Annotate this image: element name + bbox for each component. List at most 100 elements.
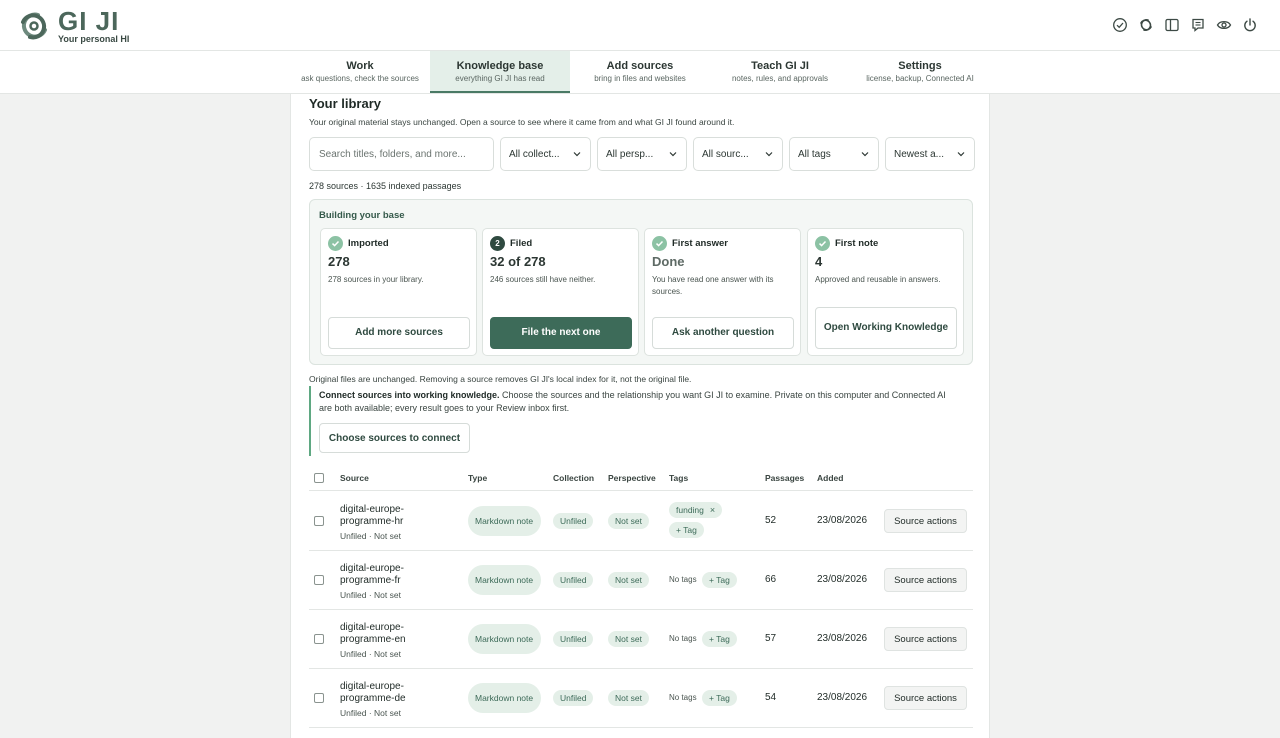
- perspective-filter[interactable]: All persp...: [597, 137, 687, 171]
- tab-knowledge-base[interactable]: Knowledge base everything GI JI has read: [430, 51, 570, 93]
- check-icon: [815, 236, 830, 251]
- perspective-badge[interactable]: Not set: [608, 572, 649, 588]
- card-value: 278: [328, 254, 350, 269]
- col-type[interactable]: Type: [468, 473, 487, 483]
- tab-sublabel: ask questions, check the sources: [301, 74, 419, 83]
- source-actions-button[interactable]: Source actions: [884, 509, 967, 533]
- card-heading: First answer: [672, 238, 728, 249]
- remove-tag-icon[interactable]: ×: [710, 505, 715, 515]
- source-name[interactable]: digital-europe-programme-en: [340, 622, 450, 646]
- tags-filter[interactable]: All tags: [789, 137, 879, 171]
- filter-value: All collect...: [509, 148, 560, 160]
- collection-filter[interactable]: All collect...: [500, 137, 591, 171]
- tag-chip[interactable]: funding ×: [669, 502, 723, 518]
- tab-work[interactable]: Work ask questions, check the sources: [290, 51, 430, 93]
- tab-add-sources[interactable]: Add sources bring in files and websites: [570, 51, 710, 93]
- card-description: You have read one answer with its source…: [652, 275, 774, 296]
- table-row[interactable]: digital-europe-programme-en Unfiled · No…: [309, 610, 973, 669]
- tab-sublabel: everything GI JI has read: [455, 74, 545, 83]
- tab-label: Settings: [898, 60, 942, 72]
- perspective-badge[interactable]: Not set: [608, 513, 649, 529]
- no-tags-label: No tags: [669, 693, 697, 702]
- filter-value: All tags: [798, 148, 831, 160]
- ask-another-question-button[interactable]: Ask another question: [652, 317, 794, 349]
- tab-settings[interactable]: Settings license, backup, Connected AI: [850, 51, 990, 93]
- row-checkbox[interactable]: [314, 516, 324, 526]
- row-checkbox[interactable]: [314, 693, 324, 703]
- col-passages[interactable]: Passages: [765, 473, 804, 483]
- add-tag-button[interactable]: + Tag: [702, 631, 737, 647]
- source-name[interactable]: digital-europe-programme-hr: [340, 504, 450, 528]
- check-circle-icon[interactable]: [1112, 17, 1128, 33]
- added-date: 23/08/2026: [817, 574, 868, 585]
- source-count: 278 sources · 1635 indexed passages: [309, 181, 462, 191]
- col-added[interactable]: Added: [817, 473, 843, 483]
- card-description: 246 sources still have neither.: [490, 275, 596, 284]
- collection-badge[interactable]: Unfiled: [553, 572, 594, 588]
- card-heading: Filed: [510, 238, 533, 249]
- page-subtitle: Your original material stays unchanged. …: [309, 117, 735, 127]
- chevron-down-icon: [765, 152, 773, 157]
- add-more-sources-button[interactable]: Add more sources: [328, 317, 470, 349]
- card-heading: First note: [835, 238, 879, 249]
- no-tags-label: No tags: [669, 634, 697, 643]
- table-row[interactable]: digital-europe-programme-de Unfiled · No…: [309, 669, 973, 728]
- card-value: Done: [652, 254, 685, 269]
- add-tag-button[interactable]: + Tag: [669, 522, 704, 538]
- add-tag-button[interactable]: + Tag: [702, 572, 737, 588]
- logo-swirl-icon[interactable]: [1138, 17, 1154, 33]
- row-checkbox[interactable]: [314, 575, 324, 585]
- col-tags[interactable]: Tags: [669, 473, 688, 483]
- collection-badge[interactable]: Unfiled: [553, 690, 594, 706]
- tab-teach[interactable]: Teach GI JI notes, rules, and approvals: [710, 51, 850, 93]
- filter-bar: Search titles, folders, and more... All …: [309, 137, 975, 171]
- select-all-checkbox[interactable]: [314, 473, 324, 483]
- card-heading: Imported: [348, 238, 389, 249]
- filter-value: All persp...: [606, 148, 654, 160]
- row-checkbox[interactable]: [314, 634, 324, 644]
- collection-badge[interactable]: Unfiled: [553, 631, 594, 647]
- tab-sublabel: bring in files and websites: [594, 74, 686, 83]
- passages-count: 66: [765, 574, 777, 585]
- connect-heading: Connect sources into working knowledge.: [319, 390, 500, 400]
- top-bar: GI JI Your personal HI: [0, 0, 1280, 51]
- app-logo[interactable]: GI JI Your personal HI: [16, 8, 129, 44]
- sidebar-panel-icon[interactable]: [1164, 17, 1180, 33]
- col-perspective[interactable]: Perspective: [608, 473, 656, 483]
- source-type-filter[interactable]: All sourc...: [693, 137, 783, 171]
- tag-label: funding: [676, 505, 704, 515]
- open-working-knowledge-button[interactable]: Open Working Knowledge: [815, 307, 957, 349]
- source-actions-button[interactable]: Source actions: [884, 568, 967, 592]
- col-source[interactable]: Source: [340, 473, 369, 483]
- perspective-badge[interactable]: Not set: [608, 690, 649, 706]
- power-icon[interactable]: [1242, 17, 1258, 33]
- table-row[interactable]: digital-europe-programme-fr Unfiled · No…: [309, 551, 973, 610]
- source-name[interactable]: digital-europe-programme-fr: [340, 563, 450, 587]
- source-actions-button[interactable]: Source actions: [884, 627, 967, 651]
- card-value: 32 of 278: [490, 254, 546, 269]
- added-date: 23/08/2026: [817, 515, 868, 526]
- sort-select[interactable]: Newest a...: [885, 137, 975, 171]
- progress-card-first-answer: First answer Done You have read one answ…: [644, 228, 801, 356]
- add-tag-button[interactable]: + Tag: [702, 690, 737, 706]
- step-number-badge: 2: [490, 236, 505, 251]
- source-actions-button[interactable]: Source actions: [884, 686, 967, 710]
- progress-card-first-note: First note 4 Approved and reusable in an…: [807, 228, 964, 356]
- app-tagline: Your personal HI: [58, 34, 130, 44]
- collection-badge[interactable]: Unfiled: [553, 513, 594, 529]
- note-icon[interactable]: [1190, 17, 1206, 33]
- choose-sources-button[interactable]: Choose sources to connect: [319, 423, 470, 453]
- table-row[interactable]: digital-europe-programme-hr Unfiled · No…: [309, 492, 973, 551]
- table-header: Source Type Collection Perspective Tags …: [309, 467, 973, 491]
- eye-icon[interactable]: [1216, 17, 1232, 33]
- col-collection[interactable]: Collection: [553, 473, 594, 483]
- source-meta: Unfiled · Not set: [340, 649, 401, 659]
- search-input[interactable]: Search titles, folders, and more...: [309, 137, 494, 171]
- file-next-button[interactable]: File the next one: [490, 317, 632, 349]
- perspective-badge[interactable]: Not set: [608, 631, 649, 647]
- original-files-note: Original files are unchanged. Removing a…: [309, 374, 692, 384]
- chevron-down-icon: [669, 152, 677, 157]
- source-name[interactable]: digital-europe-programme-de: [340, 681, 450, 705]
- tab-sublabel: license, backup, Connected AI: [866, 74, 974, 83]
- page-title: Your library: [309, 96, 382, 111]
